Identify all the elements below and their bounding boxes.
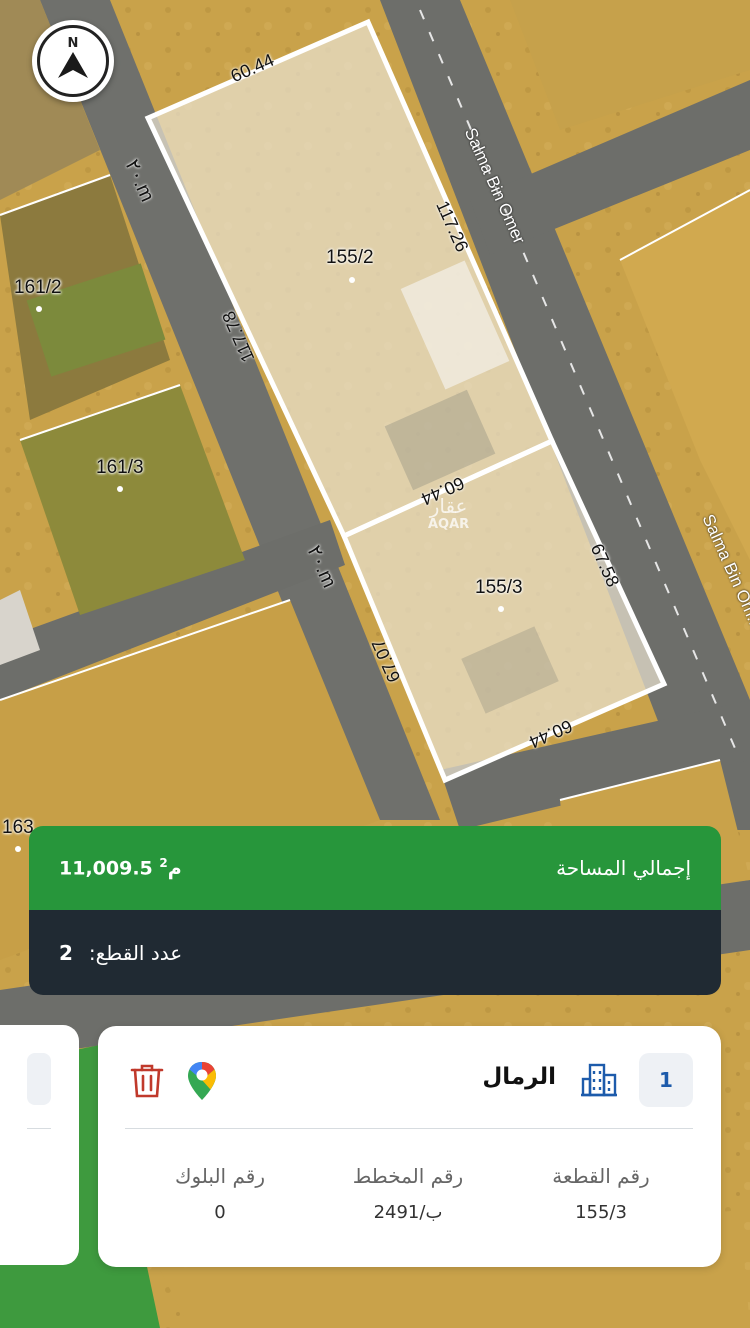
card-divider [125, 1128, 693, 1129]
building-icon [581, 1063, 617, 1097]
watermark-latin: AQAR [428, 517, 470, 532]
plot-number-field: رقم القطعة 155/3 [511, 1164, 691, 1223]
total-area-value: 11,009.5 م2 [59, 856, 182, 879]
previous-card-index-chip [27, 1053, 51, 1105]
plan-number-label: رقم المخطط [352, 1164, 464, 1188]
parcel-label-155-2[interactable]: 155/2 [326, 247, 374, 269]
trash-icon[interactable] [130, 1063, 164, 1099]
area-unit-superscript: 2 [159, 856, 168, 871]
plan-number-field: رقم المخطط 2491/ب [318, 1164, 498, 1223]
compass-button[interactable]: N [32, 20, 114, 102]
district-name: الرمال [482, 1064, 556, 1090]
total-area-row: 11,009.5 م2 إجمالي المساحة [29, 826, 721, 910]
plot-count-row: عدد القطع: 2 [29, 910, 721, 995]
block-number-label: رقم البلوك [174, 1164, 265, 1188]
plot-count-label: عدد القطع: [88, 940, 183, 965]
previous-card-divider [27, 1128, 51, 1129]
plan-number-value: 2491/ب [373, 1202, 443, 1223]
google-maps-pin-icon[interactable] [186, 1060, 218, 1102]
total-area-label: إجمالي المساحة [556, 856, 691, 880]
summary-panel: 11,009.5 م2 إجمالي المساحة عدد القطع: 2 [29, 826, 721, 995]
plot-number-label: رقم القطعة [552, 1164, 650, 1188]
block-number-value: 0 [214, 1202, 226, 1223]
parcel-label-155-3[interactable]: 155/3 [475, 577, 523, 599]
block-number-field: رقم البلوك 0 [130, 1164, 310, 1223]
plot-number-value: 155/3 [575, 1202, 627, 1223]
compass-north-letter: N [67, 36, 79, 51]
previous-parcel-card[interactable] [0, 1025, 79, 1265]
parcel-label-161-3[interactable]: 161/3 [96, 457, 144, 479]
parcel-label-161-2[interactable]: 161/2 [14, 277, 62, 299]
plot-count-value: 2 [59, 940, 73, 965]
parcel-index-badge: 1 [639, 1053, 693, 1107]
parcel-detail-card[interactable]: 1 الرمال رقم القطعة 155/3 رقم المخطط 249… [98, 1026, 721, 1267]
north-arrow-icon [58, 52, 88, 78]
